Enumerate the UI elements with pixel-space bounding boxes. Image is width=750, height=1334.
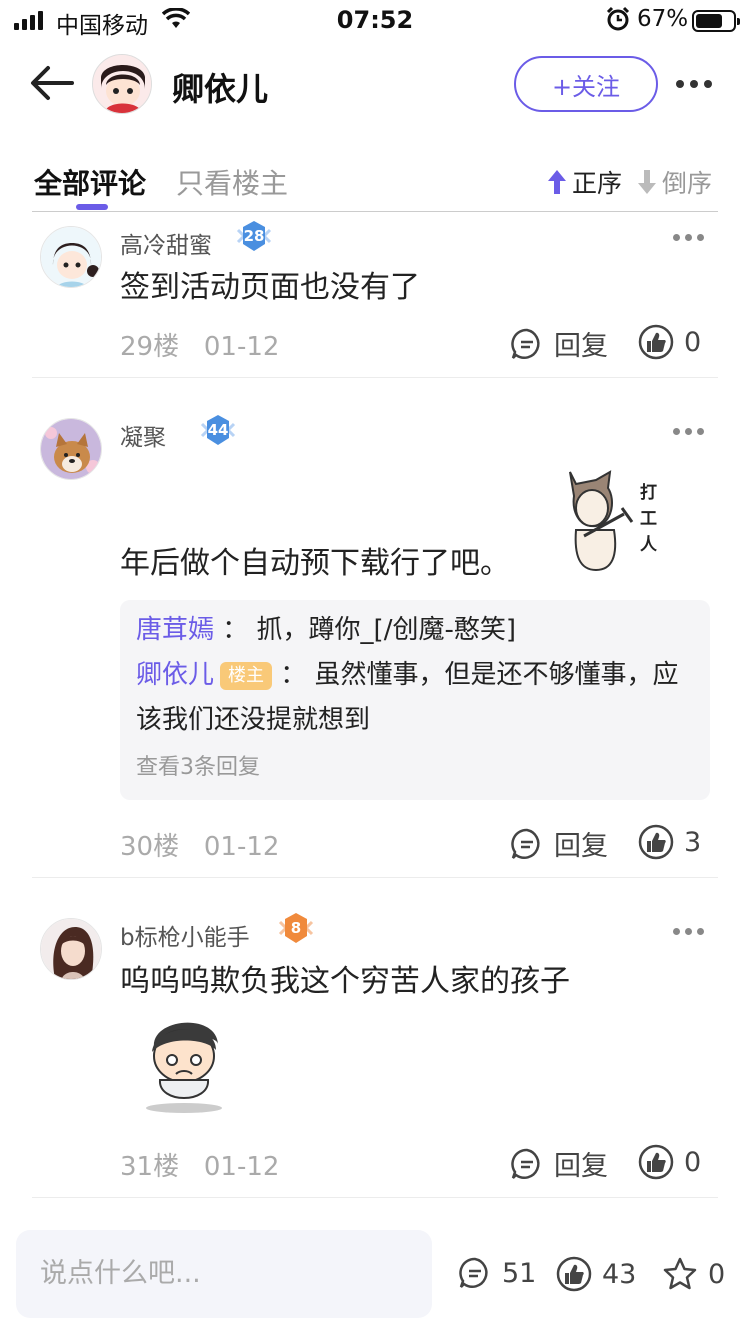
nav-bar: 卿依儿 +关注 (0, 50, 750, 120)
like-thumb-icon (638, 824, 674, 860)
reply-button[interactable]: 回复 (510, 824, 608, 863)
reply-bubble-icon (511, 1148, 540, 1179)
battery-percent: 67% (637, 6, 689, 32)
floor-number: 31楼 (120, 1152, 180, 1182)
star-icon (663, 1257, 697, 1290)
comment-meta: 30楼 01-12 (120, 826, 279, 863)
reply-label: 回复 (554, 831, 608, 862)
reply-button[interactable]: 回复 (510, 324, 608, 363)
likes-count: 43 (602, 1258, 637, 1290)
comment-text: 年后做个自动预下载行了吧。 (120, 546, 510, 581)
comments-count-button[interactable]: 51 (458, 1256, 536, 1290)
favorite-button[interactable]: 0 (662, 1256, 725, 1292)
arrow-down-icon (638, 170, 656, 194)
comment-text: 呜呜呜欺负我这个穷苦人家的孩子 (120, 964, 570, 999)
girl-avatar-icon (93, 55, 151, 113)
reply-label: 回复 (554, 1151, 608, 1182)
comment-date: 01-12 (203, 332, 280, 362)
author-avatar[interactable] (92, 54, 152, 114)
comment-more-icon[interactable] (673, 234, 704, 241)
like-thumb-icon (556, 1256, 592, 1292)
sad-boy-sticker (136, 1008, 232, 1114)
like-count: 3 (684, 826, 702, 858)
level-badge: 44 (198, 414, 238, 448)
reply-bubble-icon (511, 828, 540, 859)
comment-item: 高冷甜蜜 28 签到活动页面也没有了 29楼 01-12 回复 0 (32, 212, 718, 378)
reply-line: 卿依儿 楼主 ： 虽然懂事，但是还不够懂事，应该我们还没提就想到 (136, 660, 679, 735)
reply-label: 回复 (554, 331, 608, 362)
level-number: 28 (243, 227, 265, 245)
sort-descending-label: 倒序 (662, 169, 713, 198)
tab-all-comments[interactable]: 全部评论 (34, 162, 146, 202)
reply-preview-box[interactable]: 唐茸嫣 ： 抓，蹲你_[/创魔-憨笑] 卿依儿 楼主 ： 虽然懂事，但是还不够懂事… (120, 600, 710, 800)
reply-text: 抓，蹲你_[/创魔-憨笑] (256, 615, 516, 645)
comment-more-icon[interactable] (673, 928, 704, 935)
dog-avatar-icon (41, 419, 101, 479)
owner-tag: 楼主 (220, 661, 273, 690)
reply-text: 虽然懂事，但是还不够懂事，应该我们还没提就想到 (136, 660, 679, 735)
comment-item: b标枪小能手 8 呜呜呜欺负我这个穷苦人家的孩子 31楼 01-12 回复 0 (32, 878, 718, 1198)
comments-count: 51 (502, 1257, 537, 1289)
sort-descending-button[interactable]: 倒序 (636, 164, 712, 200)
commenter-avatar[interactable] (40, 226, 102, 288)
like-thumb-icon (638, 1144, 674, 1180)
likes-count-button[interactable]: 43 (556, 1256, 636, 1292)
comment-more-icon[interactable] (673, 428, 704, 435)
more-options-icon[interactable] (676, 80, 712, 88)
battery-icon (692, 10, 740, 32)
girl-avatar-icon (41, 227, 101, 287)
comment-tabs: 全部评论 只看楼主 正序 倒序 (32, 156, 718, 212)
floor-number: 30楼 (120, 832, 180, 862)
level-badge: 8 (276, 912, 316, 946)
commenter-avatar[interactable] (40, 418, 102, 480)
worker-sticker: 打工人 (556, 466, 666, 576)
comment-text: 签到活动页面也没有了 (120, 270, 420, 305)
view-more-replies-link[interactable]: 查看3条回复 (136, 745, 694, 790)
level-badge: 28 (234, 220, 274, 254)
back-arrow-icon[interactable] (28, 64, 74, 102)
like-button[interactable]: 0 (638, 1144, 701, 1180)
commenter-name[interactable]: 高冷甜蜜 (120, 226, 212, 260)
tab-owner-only[interactable]: 只看楼主 (176, 162, 288, 202)
comment-meta: 29楼 01-12 (120, 326, 279, 363)
alarm-icon (606, 6, 630, 31)
woman-avatar-icon (41, 919, 101, 979)
author-name: 卿依儿 (172, 70, 269, 108)
sort-ascending-button[interactable]: 正序 (546, 164, 622, 200)
commenter-name[interactable]: b标枪小能手 (120, 918, 250, 952)
status-bar: 中国移动 07:52 67% (0, 0, 750, 42)
comment-date: 01-12 (203, 832, 280, 862)
bottom-action-bar: 说点什么吧... 51 43 0 (0, 1214, 750, 1334)
arrow-up-icon (548, 170, 566, 194)
like-button[interactable]: 0 (638, 324, 701, 360)
level-number: 8 (290, 919, 302, 937)
active-tab-indicator (76, 204, 108, 210)
reply-author[interactable]: 卿依儿 (136, 660, 214, 690)
sad-boy-sticker-icon (146, 1022, 222, 1113)
comment-meta: 31楼 01-12 (120, 1146, 279, 1183)
like-thumb-icon (638, 324, 674, 360)
comment-date: 01-12 (203, 1152, 280, 1182)
floor-number: 29楼 (120, 332, 180, 362)
comment-input[interactable]: 说点什么吧... (16, 1230, 432, 1318)
sticker-caption: 打工人 (640, 483, 657, 555)
reply-bubble-icon (511, 328, 540, 359)
like-count: 0 (684, 326, 702, 358)
worker-sticker-icon (569, 470, 634, 572)
sort-ascending-label: 正序 (572, 169, 623, 198)
commenter-name[interactable]: 凝聚 (120, 418, 166, 452)
level-number: 44 (207, 421, 229, 439)
reply-button[interactable]: 回复 (510, 1144, 608, 1183)
like-count: 0 (684, 1146, 702, 1178)
reply-author[interactable]: 唐茸嫣 (136, 615, 214, 645)
follow-button[interactable]: +关注 (514, 56, 658, 112)
favorites-count: 0 (708, 1258, 726, 1290)
reply-line: 唐茸嫣 ： 抓，蹲你_[/创魔-憨笑] (136, 615, 516, 645)
comment-bubble-icon (459, 1257, 488, 1288)
like-button[interactable]: 3 (638, 824, 701, 860)
commenter-avatar[interactable] (40, 918, 102, 980)
